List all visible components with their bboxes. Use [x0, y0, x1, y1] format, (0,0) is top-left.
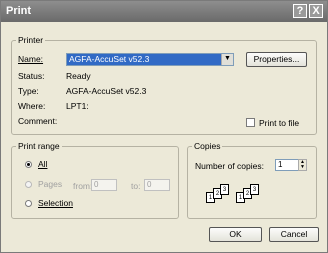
name-label: Name: [18, 54, 43, 64]
printer-name-value: AGFA-AccuSet v52.3 [67, 54, 221, 65]
printer-group-label: Printer [18, 35, 44, 45]
collate-page-3b-icon: 3 [250, 184, 259, 195]
selection-radio[interactable] [25, 200, 32, 207]
where-value: LPT1: [66, 101, 89, 111]
chevron-down-icon[interactable]: ▼ [221, 54, 233, 65]
pages-label[interactable]: Pages [38, 179, 62, 189]
to-input[interactable]: 0 [144, 179, 170, 191]
from-input[interactable]: 0 [91, 179, 117, 191]
cancel-button[interactable]: Cancel [269, 227, 319, 242]
ok-button[interactable]: OK [209, 227, 262, 242]
copies-input[interactable]: 1 [275, 159, 299, 171]
print-range-label: Print range [18, 141, 60, 151]
copies-group: Copies [187, 141, 317, 219]
to-label: to: [131, 181, 141, 191]
title-bar: Print ? X [1, 1, 327, 22]
print-to-file-checkbox[interactable] [246, 118, 255, 127]
from-label: from: [73, 181, 93, 191]
print-to-file-label[interactable]: Print to file [259, 118, 299, 128]
number-of-copies-label: Number of copies: [195, 161, 264, 171]
all-label[interactable]: All [38, 159, 47, 169]
comment-label: Comment: [18, 116, 58, 126]
copies-spinner[interactable]: ▲ ▼ [298, 159, 307, 171]
pages-radio[interactable] [25, 181, 32, 188]
all-radio[interactable] [25, 161, 32, 168]
status-label: Status: [18, 71, 45, 81]
close-button[interactable]: X [309, 4, 323, 18]
print-dialog: Print ? X Printer Name: AGFA-AccuSet v52… [0, 0, 328, 253]
where-label: Where: [18, 101, 46, 111]
properties-button[interactable]: Properties... [246, 52, 307, 67]
selection-label[interactable]: Selection [38, 198, 73, 208]
help-button[interactable]: ? [293, 4, 307, 18]
collate-page-3-icon: 3 [220, 184, 229, 195]
status-value: Ready [66, 71, 91, 81]
type-value: AGFA-AccuSet v52.3 [66, 86, 147, 96]
printer-name-select[interactable]: AGFA-AccuSet v52.3 ▼ [66, 53, 234, 66]
dialog-title: Print [6, 5, 32, 17]
copies-label: Copies [194, 141, 221, 151]
type-label: Type: [18, 86, 39, 96]
name-label-text: Name: [18, 54, 44, 64]
